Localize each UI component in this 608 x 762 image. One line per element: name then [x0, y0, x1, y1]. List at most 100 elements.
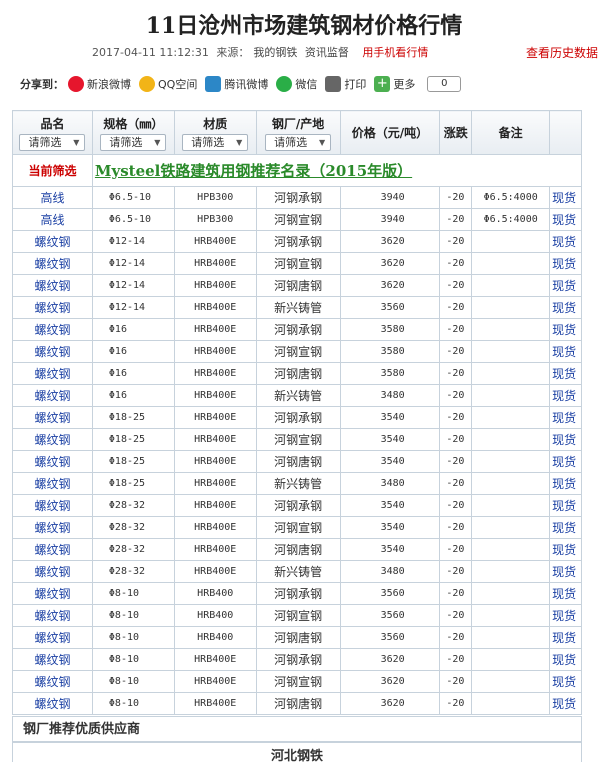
cell-stock-link[interactable]: 现货: [549, 406, 582, 429]
qzone-icon: [139, 76, 155, 92]
cell-stock-link[interactable]: 现货: [549, 538, 582, 561]
header-stock: [549, 110, 582, 155]
cell-stock-link[interactable]: 现货: [549, 274, 582, 297]
cell-stock-link[interactable]: 现货: [549, 516, 582, 539]
table-row: 螺纹钢 Φ16 HRB400E 河钢承钢 3580 -20 现货: [12, 318, 582, 341]
cell-stock-link[interactable]: 现货: [549, 670, 582, 693]
cell-pinming[interactable]: 高线: [12, 186, 93, 209]
cell-stock-link[interactable]: 现货: [549, 362, 582, 385]
cell-chandi: 河钢唐钢: [255, 692, 341, 715]
cell-pinming[interactable]: 螺纹钢: [12, 384, 93, 407]
cell-stock-link[interactable]: 现货: [549, 252, 582, 275]
cell-pinming[interactable]: 螺纹钢: [12, 494, 93, 517]
cell-price: 3540: [339, 428, 441, 451]
cell-change: -20: [439, 318, 473, 341]
cell-stock-link[interactable]: 现货: [549, 318, 582, 341]
cell-change: -20: [439, 384, 473, 407]
cell-pinming[interactable]: 螺纹钢: [12, 252, 93, 275]
cell-stock-link[interactable]: 现货: [549, 626, 582, 649]
cell-pinming[interactable]: 螺纹钢: [12, 428, 93, 451]
cell-note: [471, 648, 551, 671]
cell-pinming[interactable]: 螺纹钢: [12, 318, 93, 341]
cell-price: 3540: [339, 516, 441, 539]
cell-stock-link[interactable]: 现货: [549, 692, 582, 715]
table-row: 螺纹钢 Φ12-14 HRB400E 新兴铸管 3560 -20 现货: [12, 296, 582, 319]
share-qzone[interactable]: QQ空间: [139, 76, 197, 92]
cell-note: [471, 384, 551, 407]
cell-pinming[interactable]: 螺纹钢: [12, 340, 93, 363]
cell-stock-link[interactable]: 现货: [549, 648, 582, 671]
cell-stock-link[interactable]: 现货: [549, 450, 582, 473]
cell-caizhi: HRB400E: [173, 428, 257, 451]
cell-caizhi: HRB400E: [173, 296, 257, 319]
cell-change: -20: [439, 626, 473, 649]
cell-caizhi: HRB400E: [173, 472, 257, 495]
cell-chandi: 河钢唐钢: [255, 274, 341, 297]
cell-stock-link[interactable]: 现货: [549, 296, 582, 319]
filter-chandi-select[interactable]: 请筛选: [265, 133, 332, 151]
supervision-link[interactable]: 资讯监督: [305, 46, 349, 59]
railway-list-link[interactable]: Mysteel铁路建筑用钢推荐名录（2015年版）: [92, 154, 583, 187]
cell-pinming[interactable]: 螺纹钢: [12, 626, 93, 649]
supplier-section-title: 钢厂推荐优质供应商: [12, 716, 582, 742]
mobile-view-link[interactable]: 用手机看行情: [362, 46, 428, 59]
cell-pinming[interactable]: 螺纹钢: [12, 472, 93, 495]
cell-change: -20: [439, 340, 473, 363]
cell-note: [471, 626, 551, 649]
cell-price: 3620: [339, 252, 441, 275]
cell-stock-link[interactable]: 现货: [549, 340, 582, 363]
table-row: 螺纹钢 Φ28-32 HRB400E 河钢宣钢 3540 -20 现货: [12, 516, 582, 539]
cell-guige: Φ16: [91, 384, 175, 407]
filter-guige-select[interactable]: 请筛选: [100, 133, 167, 151]
datetime: 2017-04-11 11:12:31: [92, 46, 209, 59]
filter-caizhi-select[interactable]: 请筛选: [182, 133, 249, 151]
cell-guige: Φ18-25: [91, 428, 175, 451]
cell-stock-link[interactable]: 现货: [549, 186, 582, 209]
cell-pinming[interactable]: 螺纹钢: [12, 582, 93, 605]
cell-pinming[interactable]: 螺纹钢: [12, 450, 93, 473]
cell-note: [471, 472, 551, 495]
cell-chandi: 新兴铸管: [255, 472, 341, 495]
share-tencent-weibo[interactable]: 腾讯微博: [205, 76, 268, 92]
cell-stock-link[interactable]: 现货: [549, 494, 582, 517]
cell-stock-link[interactable]: 现货: [549, 230, 582, 253]
filter-pinming-select[interactable]: 请筛选: [19, 133, 86, 151]
supplier-hebei-steel[interactable]: 河北钢铁: [12, 742, 582, 762]
cell-price: 3940: [339, 208, 441, 231]
share-more[interactable]: + 更多: [374, 76, 415, 92]
share-weibo[interactable]: 新浪微博: [68, 76, 131, 92]
cell-stock-link[interactable]: 现货: [549, 472, 582, 495]
cell-pinming[interactable]: 螺纹钢: [12, 692, 93, 715]
cell-note: [471, 450, 551, 473]
cell-chandi: 河钢承钢: [255, 582, 341, 605]
print-button[interactable]: 打印: [325, 76, 366, 92]
cell-stock-link[interactable]: 现货: [549, 384, 582, 407]
cell-pinming[interactable]: 螺纹钢: [12, 362, 93, 385]
cell-pinming[interactable]: 螺纹钢: [12, 274, 93, 297]
cell-pinming[interactable]: 螺纹钢: [12, 516, 93, 539]
cell-pinming[interactable]: 螺纹钢: [12, 230, 93, 253]
cell-chandi: 河钢承钢: [255, 494, 341, 517]
cell-pinming[interactable]: 螺纹钢: [12, 604, 93, 627]
cell-pinming[interactable]: 螺纹钢: [12, 406, 93, 429]
cell-price: 3620: [339, 648, 441, 671]
cell-note: [471, 406, 551, 429]
cell-stock-link[interactable]: 现货: [549, 560, 582, 583]
cell-stock-link[interactable]: 现货: [549, 582, 582, 605]
cell-stock-link[interactable]: 现货: [549, 208, 582, 231]
table-row: 螺纹钢 Φ12-14 HRB400E 河钢唐钢 3620 -20 现货: [12, 274, 582, 297]
table-row: 螺纹钢 Φ12-14 HRB400E 河钢宣钢 3620 -20 现货: [12, 252, 582, 275]
share-wechat[interactable]: 微信: [276, 76, 317, 92]
cell-pinming[interactable]: 螺纹钢: [12, 560, 93, 583]
cell-pinming[interactable]: 螺纹钢: [12, 648, 93, 671]
cell-caizhi: HRB400E: [173, 560, 257, 583]
cell-pinming[interactable]: 螺纹钢: [12, 296, 93, 319]
cell-pinming[interactable]: 螺纹钢: [12, 538, 93, 561]
cell-pinming[interactable]: 螺纹钢: [12, 670, 93, 693]
cell-caizhi: HRB400E: [173, 252, 257, 275]
history-data-link[interactable]: 查看历史数据: [526, 44, 598, 61]
source-link[interactable]: 我的钢铁: [253, 46, 297, 59]
cell-pinming[interactable]: 高线: [12, 208, 93, 231]
cell-stock-link[interactable]: 现货: [549, 428, 582, 451]
cell-stock-link[interactable]: 现货: [549, 604, 582, 627]
